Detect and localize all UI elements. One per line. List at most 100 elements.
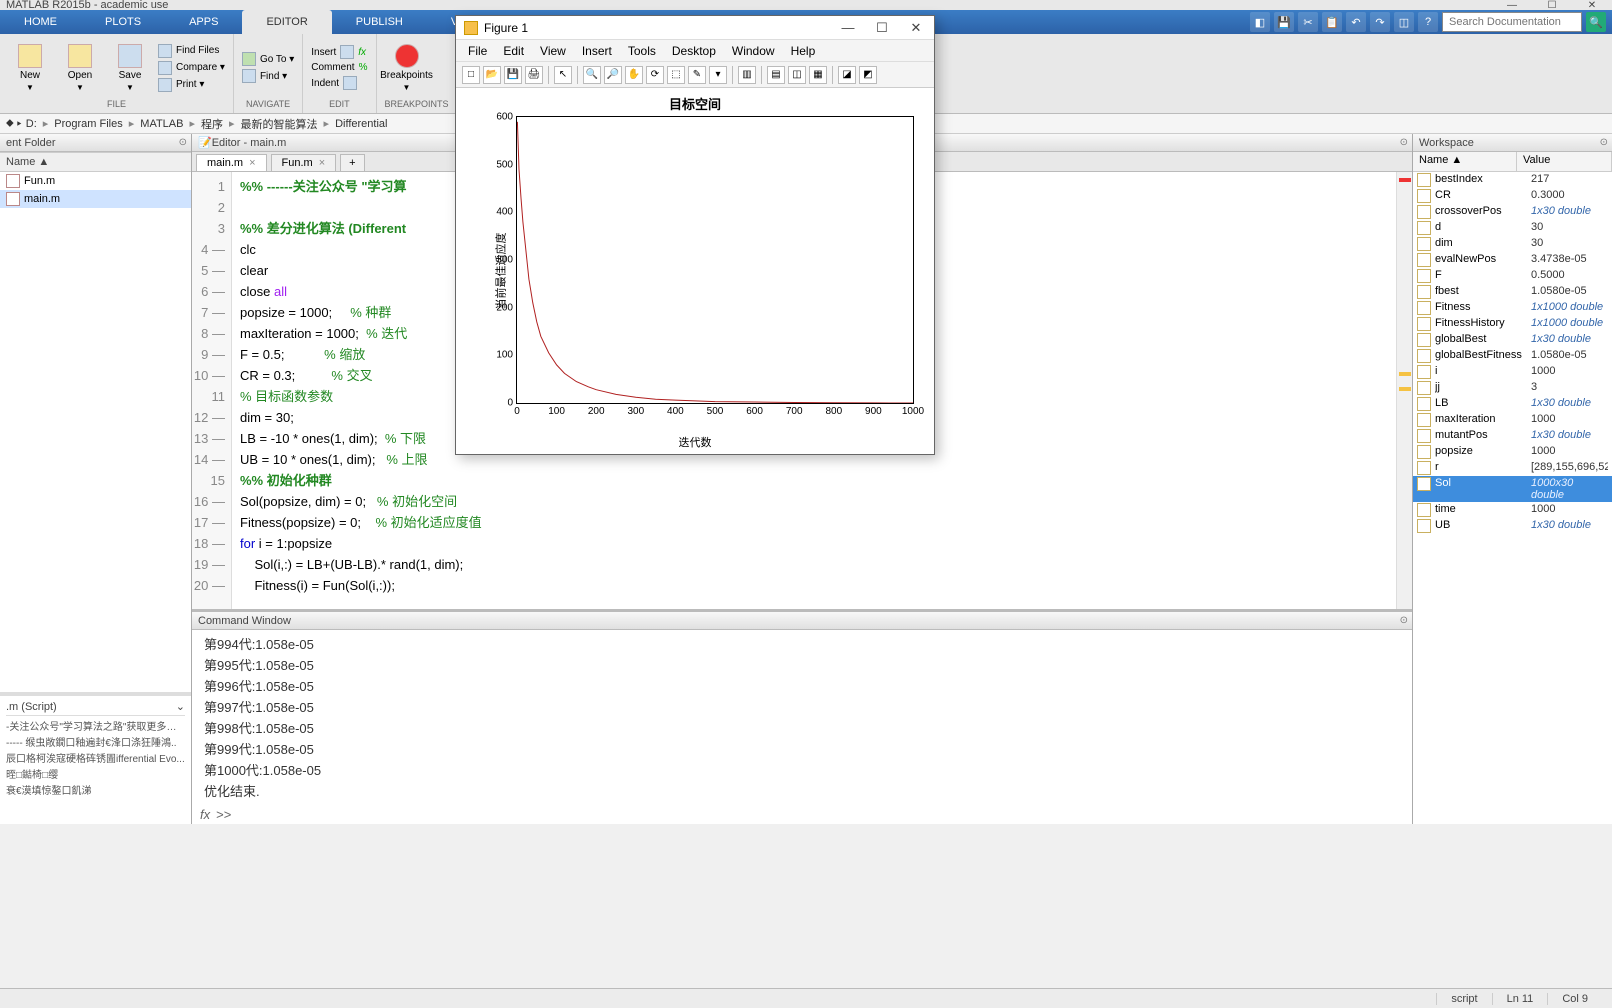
workspace-row[interactable]: F0.5000	[1413, 268, 1612, 284]
tab-editor[interactable]: EDITOR	[242, 10, 331, 34]
print-button[interactable]: Print ▾	[158, 78, 225, 92]
workspace-row[interactable]: LB1x30 double	[1413, 396, 1612, 412]
fig-close-icon[interactable]: ✕	[906, 20, 926, 36]
tab-home[interactable]: HOME	[0, 10, 81, 34]
close-icon[interactable]: ✕	[1572, 0, 1612, 10]
workspace-row[interactable]: CR0.3000	[1413, 188, 1612, 204]
menu-help[interactable]: Help	[785, 42, 822, 60]
toolbar-icon-4[interactable]: 📋	[1322, 12, 1342, 32]
workspace-row[interactable]: i1000	[1413, 364, 1612, 380]
tab-publish[interactable]: PUBLISH	[332, 10, 427, 34]
close-tab-icon[interactable]: ×	[319, 157, 325, 169]
command-prompt[interactable]: fx>>	[192, 805, 1412, 824]
new-tab-button[interactable]: +	[340, 154, 364, 171]
editor-tab-main[interactable]: main.m×	[196, 154, 267, 171]
rotate-icon[interactable]: ⟳	[646, 66, 664, 84]
workspace-row[interactable]: crossoverPos1x30 double	[1413, 204, 1612, 220]
toolbar-icon-3[interactable]: ✂	[1298, 12, 1318, 32]
toolbar-icon-1[interactable]: ◧	[1250, 12, 1270, 32]
workspace-row[interactable]: globalBestFitness1.0580e-05	[1413, 348, 1612, 364]
file-item[interactable]: Fun.m	[0, 172, 191, 190]
insert-button[interactable]: Insert fx	[311, 45, 367, 59]
search-go-icon[interactable]: 🔍	[1586, 12, 1606, 32]
colorbar-icon[interactable]: ▥	[738, 66, 756, 84]
undock-icon[interactable]: ◩	[859, 66, 877, 84]
folder-name-header[interactable]: Name ▲	[0, 152, 191, 172]
legend-icon[interactable]: ▤	[767, 66, 785, 84]
pointer-icon[interactable]: ↖	[554, 66, 572, 84]
workspace-row[interactable]: d30	[1413, 220, 1612, 236]
zoom-out-icon[interactable]: 🔎	[604, 66, 622, 84]
editor-marker-bar[interactable]	[1396, 172, 1412, 609]
workspace-row[interactable]: fbest1.0580e-05	[1413, 284, 1612, 300]
menu-view[interactable]: View	[534, 42, 572, 60]
workspace-row[interactable]: maxIteration1000	[1413, 412, 1612, 428]
workspace-row[interactable]: Sol1000x30 double	[1413, 476, 1612, 502]
compare-button[interactable]: Compare ▾	[158, 61, 225, 75]
zoom-in-icon[interactable]: 🔍	[583, 66, 601, 84]
workspace-row[interactable]: Fitness1x1000 double	[1413, 300, 1612, 316]
workspace-row[interactable]: popsize1000	[1413, 444, 1612, 460]
file-item[interactable]: main.m	[0, 190, 191, 208]
workspace-row[interactable]: time1000	[1413, 502, 1612, 518]
save-layout-icon[interactable]: 💾	[1274, 12, 1294, 32]
figure-axes[interactable]: 目标空间 当前最佳适应度 迭代数 01002003004005006000100…	[456, 88, 934, 454]
panel-menu-icon[interactable]: ⊙	[179, 137, 187, 148]
chevron-down-icon[interactable]: ⌄	[176, 700, 185, 713]
figure-titlebar[interactable]: Figure 1 — ☐ ✕	[456, 16, 934, 40]
menu-tools[interactable]: Tools	[622, 42, 662, 60]
link-icon[interactable]: ▾	[709, 66, 727, 84]
open-fig-icon[interactable]: 📂	[483, 66, 501, 84]
menu-desktop[interactable]: Desktop	[666, 42, 722, 60]
datacursor-icon[interactable]: ⬚	[667, 66, 685, 84]
new-button[interactable]: New▼	[8, 38, 52, 97]
open-button[interactable]: Open▼	[58, 38, 102, 97]
dock-icon[interactable]: ◪	[838, 66, 856, 84]
toolbar-icon-7[interactable]: ◫	[1394, 12, 1414, 32]
help-icon[interactable]: ?	[1418, 12, 1438, 32]
menu-file[interactable]: File	[462, 42, 493, 60]
maximize-icon[interactable]: ☐	[1532, 0, 1572, 10]
pan-icon[interactable]: ✋	[625, 66, 643, 84]
workspace-row[interactable]: UB1x30 double	[1413, 518, 1612, 534]
panel-menu-icon[interactable]: ⊙	[1400, 615, 1408, 626]
tab-plots[interactable]: PLOTS	[81, 10, 165, 34]
comment-button[interactable]: Comment %	[311, 62, 367, 73]
tab-apps[interactable]: APPS	[165, 10, 242, 34]
breakpoints-button[interactable]: Breakpoints▼	[385, 38, 429, 97]
brush-icon[interactable]: ✎	[688, 66, 706, 84]
figure-window[interactable]: Figure 1 — ☐ ✕ File Edit View Insert Too…	[455, 15, 935, 455]
workspace-row[interactable]: dim30	[1413, 236, 1612, 252]
close-tab-icon[interactable]: ×	[249, 157, 255, 169]
redo-icon[interactable]: ↷	[1370, 12, 1390, 32]
save-button[interactable]: Save▼	[108, 38, 152, 97]
command-output[interactable]: 第994代:1.058e-05第995代:1.058e-05第996代:1.05…	[192, 630, 1412, 805]
layout1-icon[interactable]: ◫	[788, 66, 806, 84]
editor-tab-fun[interactable]: Fun.m×	[271, 154, 337, 171]
find-button[interactable]: Find ▾	[242, 69, 294, 83]
goto-button[interactable]: Go To ▾	[242, 52, 294, 66]
workspace-row[interactable]: globalBest1x30 double	[1413, 332, 1612, 348]
save-fig-icon[interactable]: 💾	[504, 66, 522, 84]
undo-icon[interactable]: ↶	[1346, 12, 1366, 32]
fig-maximize-icon[interactable]: ☐	[872, 20, 892, 36]
find-files-button[interactable]: Find Files	[158, 44, 225, 58]
workspace-header[interactable]: Name ▲ Value	[1413, 152, 1612, 172]
panel-menu-icon[interactable]: ⊙	[1600, 137, 1608, 148]
layout2-icon[interactable]: ▦	[809, 66, 827, 84]
fig-minimize-icon[interactable]: —	[838, 20, 858, 36]
search-input[interactable]	[1442, 12, 1582, 32]
minimize-icon[interactable]: —	[1492, 0, 1532, 10]
menu-window[interactable]: Window	[726, 42, 781, 60]
workspace-row[interactable]: jj3	[1413, 380, 1612, 396]
menu-edit[interactable]: Edit	[497, 42, 530, 60]
print-fig-icon[interactable]: 🖨	[525, 66, 543, 84]
workspace-row[interactable]: evalNewPos3.4738e-05	[1413, 252, 1612, 268]
menu-insert[interactable]: Insert	[576, 42, 618, 60]
workspace-row[interactable]: r[289,155,696,529	[1413, 460, 1612, 476]
workspace-row[interactable]: bestIndex217	[1413, 172, 1612, 188]
new-fig-icon[interactable]: □	[462, 66, 480, 84]
indent-button[interactable]: Indent	[311, 76, 367, 90]
panel-menu-icon[interactable]: ⊙	[1400, 137, 1408, 148]
workspace-row[interactable]: FitnessHistory1x1000 double	[1413, 316, 1612, 332]
